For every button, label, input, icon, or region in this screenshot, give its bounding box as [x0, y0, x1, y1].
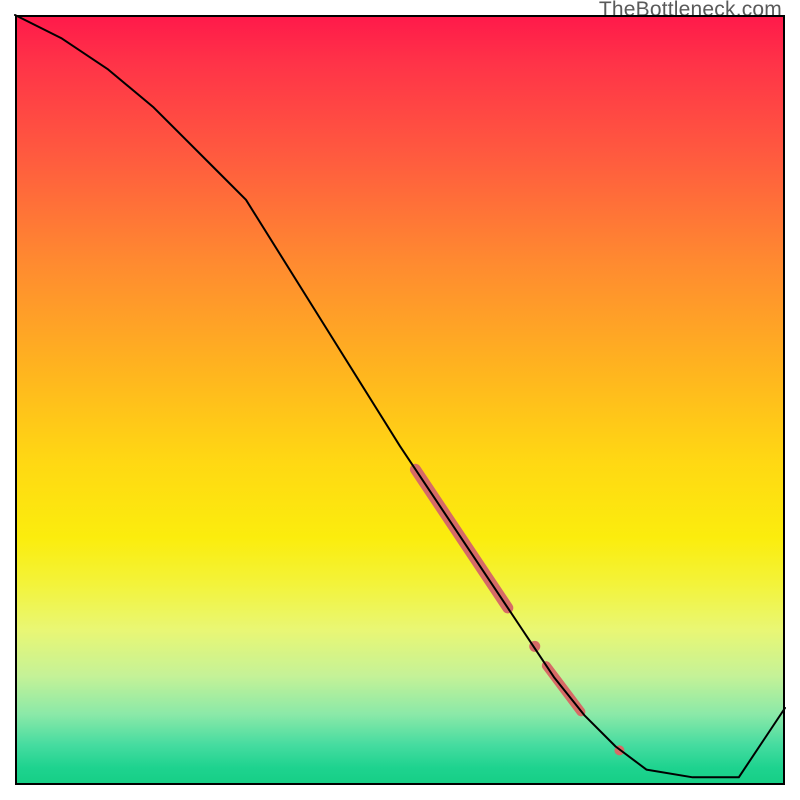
- highlight-group: [415, 469, 624, 755]
- chart-overlay: [15, 15, 785, 785]
- curve-line: [15, 15, 785, 777]
- chart-container: TheBottleneck.com: [0, 0, 800, 800]
